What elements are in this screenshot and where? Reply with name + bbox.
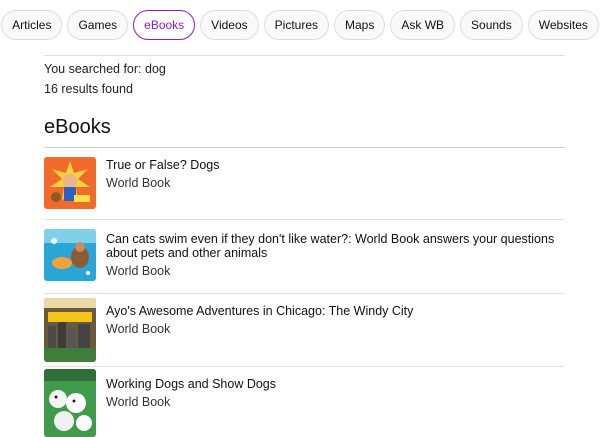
result-meta: Can cats swim even if they don't like wa… (106, 232, 565, 278)
search-summary: You searched for: dog (44, 62, 166, 76)
ebook-cover-can-cats-swim[interactable] (44, 229, 96, 281)
result-publisher: World Book (106, 176, 171, 190)
result-item[interactable]: True or False? Dogs World Book (44, 148, 565, 220)
tab-videos[interactable]: Videos (200, 10, 259, 40)
result-title[interactable]: Can cats swim even if they don't like wa… (106, 232, 565, 260)
tabs-divider (44, 55, 565, 56)
result-publisher: World Book (106, 395, 171, 409)
result-title[interactable]: True or False? Dogs (106, 158, 565, 172)
result-item[interactable]: Can cats swim even if they don't like wa… (44, 220, 565, 294)
result-meta: Ayo's Awesome Adventures in Chicago: The… (106, 304, 565, 336)
result-meta: True or False? Dogs World Book (106, 158, 565, 190)
tab-sounds[interactable]: Sounds (460, 10, 523, 40)
result-title[interactable]: Ayo's Awesome Adventures in Chicago: The… (106, 304, 565, 318)
tab-maps[interactable]: Maps (334, 10, 386, 40)
tab-ebooks[interactable]: eBooks (133, 10, 196, 40)
ebook-cover-true-or-false-dogs[interactable] (44, 157, 96, 209)
tab-articles[interactable]: Articles (1, 10, 63, 40)
ebook-cover-ayo-chicago[interactable] (44, 298, 96, 362)
results-count: 16 results found (44, 82, 133, 96)
result-item[interactable]: Ayo's Awesome Adventures in Chicago: The… (44, 294, 565, 367)
section-title: eBooks (44, 116, 111, 138)
result-meta: Working Dogs and Show Dogs World Book (106, 377, 565, 409)
search-category-tabs: Articles Games eBooks Videos Pictures Ma… (0, 10, 600, 40)
results-list: True or False? Dogs World Book Can cats … (44, 148, 565, 437)
result-title[interactable]: Working Dogs and Show Dogs (106, 377, 565, 391)
tab-pictures[interactable]: Pictures (263, 10, 330, 40)
result-publisher: World Book (106, 264, 171, 278)
tab-ask-wb[interactable]: Ask WB (390, 10, 456, 40)
tab-games[interactable]: Games (67, 10, 129, 40)
tab-websites[interactable]: Websites (527, 10, 599, 40)
result-publisher: World Book (106, 322, 171, 336)
